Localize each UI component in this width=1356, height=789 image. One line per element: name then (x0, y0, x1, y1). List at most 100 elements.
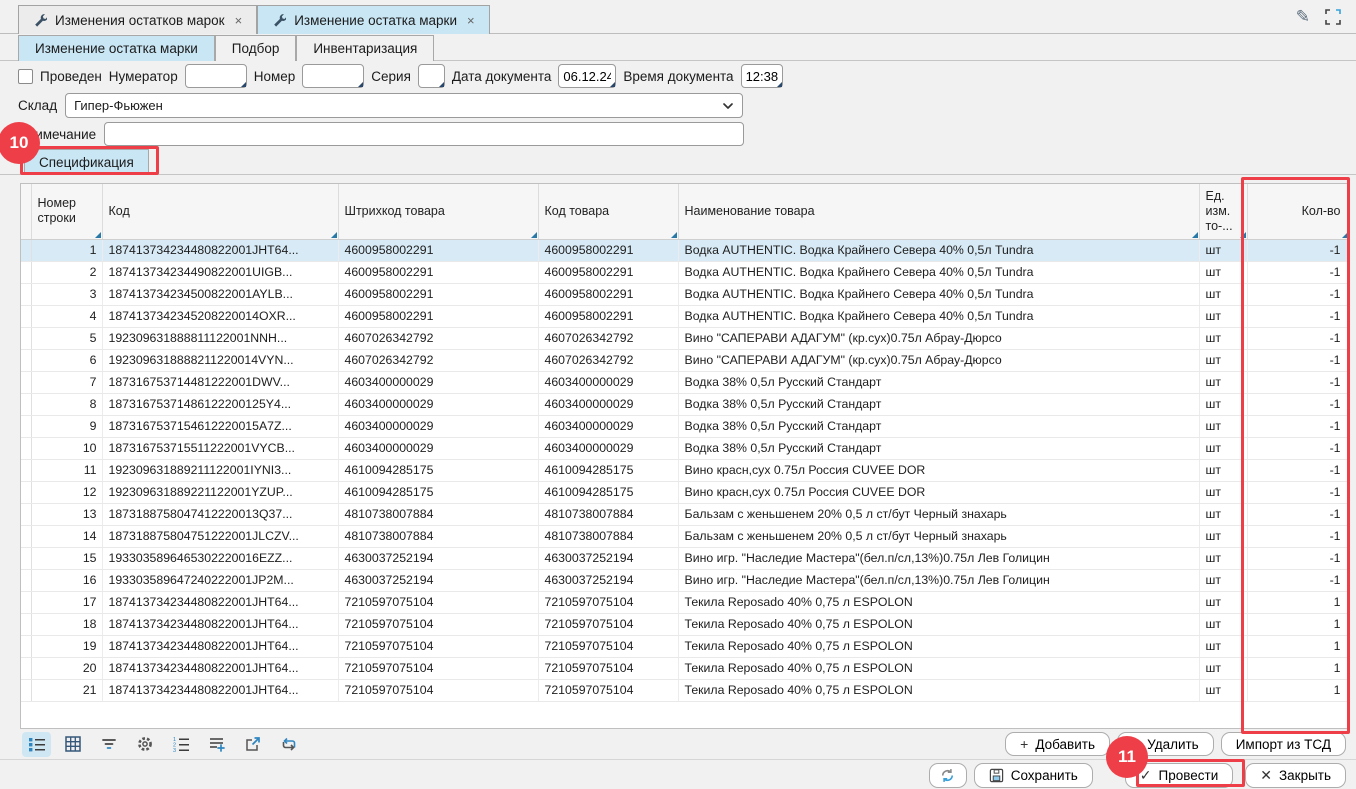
table-cell[interactable]: 9 (31, 415, 102, 437)
table-row[interactable]: 12192309631889221122001YZUP...4610094285… (21, 481, 1348, 503)
table-row[interactable]: 17187413734234480822001JHT64...721059707… (21, 591, 1348, 613)
row-selector[interactable] (21, 503, 31, 525)
table-cell[interactable]: шт (1199, 547, 1247, 569)
row-selector[interactable] (21, 569, 31, 591)
table-cell[interactable]: 187413734234480822001JHT64... (102, 657, 338, 679)
table-cell[interactable]: 7210597075104 (338, 591, 538, 613)
table-cell[interactable]: -1 (1247, 415, 1348, 437)
table-cell[interactable]: Водка AUTHENTIC. Водка Крайнего Севера 4… (678, 239, 1199, 261)
table-cell[interactable]: 187316753715511222001VYCB... (102, 437, 338, 459)
table-cell[interactable]: 1 (31, 239, 102, 261)
table-cell[interactable]: -1 (1247, 525, 1348, 547)
row-selector[interactable] (21, 371, 31, 393)
view-grid-icon[interactable] (58, 732, 87, 757)
table-cell[interactable]: -1 (1247, 239, 1348, 261)
table-cell[interactable]: -1 (1247, 547, 1348, 569)
table-cell[interactable]: -1 (1247, 481, 1348, 503)
table-cell[interactable]: 187413734234480822001JHT64... (102, 591, 338, 613)
table-cell[interactable]: 7 (31, 371, 102, 393)
table-cell[interactable]: 7210597075104 (338, 635, 538, 657)
table-cell[interactable]: 4603400000029 (338, 393, 538, 415)
list-add-icon[interactable] (202, 732, 231, 757)
row-selector[interactable] (21, 349, 31, 371)
posted-checkbox[interactable] (18, 69, 33, 84)
table-row[interactable]: 10187316753715511222001VYCB...4603400000… (21, 437, 1348, 459)
table-cell[interactable]: 4630037252194 (538, 569, 678, 591)
table-cell[interactable]: 1 (1247, 591, 1348, 613)
table-cell[interactable]: 11 (31, 459, 102, 481)
post-button[interactable]: ✓Провести (1125, 763, 1233, 788)
table-row[interactable]: 18187413734234480822001JHT64...721059707… (21, 613, 1348, 635)
column-header[interactable]: Номер строки (31, 184, 102, 239)
table-cell[interactable]: шт (1199, 393, 1247, 415)
table-cell[interactable]: -1 (1247, 393, 1348, 415)
table-cell[interactable]: Водка 38% 0,5л Русский Стандарт (678, 415, 1199, 437)
table-cell[interactable]: 7210597075104 (338, 613, 538, 635)
table-cell[interactable]: 4603400000029 (338, 415, 538, 437)
table-cell[interactable]: шт (1199, 349, 1247, 371)
table-cell[interactable]: 4630037252194 (538, 547, 678, 569)
table-cell[interactable]: 7210597075104 (538, 591, 678, 613)
table-cell[interactable]: 4630037252194 (338, 547, 538, 569)
doc-date-input[interactable] (558, 64, 616, 88)
table-cell[interactable]: Вино красн,сух 0.75л Россия CUVEE DOR (678, 481, 1199, 503)
filter-icon[interactable] (94, 732, 123, 757)
table-cell[interactable]: 16 (31, 569, 102, 591)
table-cell[interactable]: 18731675371486122200125Y4... (102, 393, 338, 415)
row-selector[interactable] (21, 283, 31, 305)
table-cell[interactable]: 15 (31, 547, 102, 569)
table-cell[interactable]: 4607026342792 (338, 349, 538, 371)
column-header[interactable]: Штрихкод товара (338, 184, 538, 239)
table-row[interactable]: 1187413734234480822001JHT64...4600958002… (21, 239, 1348, 261)
table-cell[interactable]: 3 (31, 283, 102, 305)
table-cell[interactable]: 4607026342792 (538, 327, 678, 349)
table-cell[interactable]: 6 (31, 349, 102, 371)
warehouse-select[interactable]: Гипер-Фьюжен (65, 93, 743, 118)
table-cell[interactable]: 4810738007884 (538, 525, 678, 547)
table-cell[interactable]: 12 (31, 481, 102, 503)
table-cell[interactable]: шт (1199, 481, 1247, 503)
row-selector[interactable] (21, 415, 31, 437)
table-cell[interactable]: 4 (31, 305, 102, 327)
table-cell[interactable]: Текила Reposado 40% 0,75 л ESPOLON (678, 679, 1199, 701)
table-cell[interactable]: шт (1199, 503, 1247, 525)
table-cell[interactable]: шт (1199, 437, 1247, 459)
table-cell[interactable]: 1873188758047412220013Q37... (102, 503, 338, 525)
table-cell[interactable]: 1 (1247, 657, 1348, 679)
table-cell[interactable]: 19 (31, 635, 102, 657)
row-selector[interactable] (21, 393, 31, 415)
tab-podbor[interactable]: Подбор (215, 35, 297, 61)
table-row[interactable]: 11192309631889211122001IYNI3...461009428… (21, 459, 1348, 481)
table-cell[interactable]: шт (1199, 305, 1247, 327)
column-header[interactable]: Ед. изм. то-... (1199, 184, 1247, 239)
table-cell[interactable]: 192309631889221122001YZUP... (102, 481, 338, 503)
table-cell[interactable]: 13 (31, 503, 102, 525)
table-cell[interactable]: 4600958002291 (338, 239, 538, 261)
table-cell[interactable]: Текила Reposado 40% 0,75 л ESPOLON (678, 591, 1199, 613)
table-row[interactable]: 20187413734234480822001JHT64...721059707… (21, 657, 1348, 679)
table-cell[interactable]: 1874137342345208220014OXR... (102, 305, 338, 327)
table-cell[interactable]: Водка 38% 0,5л Русский Стандарт (678, 437, 1199, 459)
table-cell[interactable]: 7210597075104 (338, 657, 538, 679)
edit-pencil-icon[interactable]: ✎ (1296, 7, 1310, 27)
table-row[interactable]: 818731675371486122200125Y4...46034000000… (21, 393, 1348, 415)
tab-specification[interactable]: Спецификация (24, 149, 149, 175)
table-cell[interactable]: Водка AUTHENTIC. Водка Крайнего Севера 4… (678, 261, 1199, 283)
table-cell[interactable]: Вино "САПЕРАВИ АДАГУМ" (кр.сух)0.75л Абр… (678, 327, 1199, 349)
table-cell[interactable]: шт (1199, 657, 1247, 679)
close-tab-icon[interactable]: × (235, 13, 243, 28)
table-row[interactable]: 2187413734234490822001UIGB...46009580022… (21, 261, 1348, 283)
table-cell[interactable]: 4810738007884 (538, 503, 678, 525)
table-cell[interactable]: 4810738007884 (338, 525, 538, 547)
table-cell[interactable]: Водка 38% 0,5л Русский Стандарт (678, 393, 1199, 415)
table-cell[interactable]: 4610094285175 (538, 459, 678, 481)
table-row[interactable]: 21187413734234480822001JHT64...721059707… (21, 679, 1348, 701)
table-cell[interactable]: 4603400000029 (538, 393, 678, 415)
table-cell[interactable]: 21 (31, 679, 102, 701)
table-cell[interactable]: Бальзам с женьшенем 20% 0,5 л ст/бут Чер… (678, 525, 1199, 547)
table-cell[interactable]: -1 (1247, 305, 1348, 327)
table-cell[interactable]: -1 (1247, 569, 1348, 591)
table-cell[interactable]: 7210597075104 (538, 657, 678, 679)
table-cell[interactable]: 4600958002291 (338, 283, 538, 305)
table-row[interactable]: 14187318875804751222001JLCZV...481073800… (21, 525, 1348, 547)
